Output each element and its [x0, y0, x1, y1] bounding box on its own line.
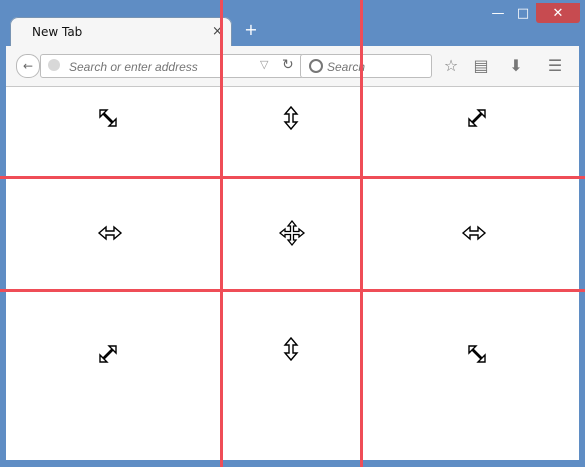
- grid-line-horizontal-bottom: [0, 289, 585, 292]
- resize-nwse-cursor: [468, 345, 486, 363]
- resize-nesw-cursor: [468, 109, 486, 127]
- title-bar: — □ ✕ New Tab × +: [0, 0, 585, 48]
- clipboard-icon[interactable]: ▤: [471, 54, 491, 76]
- browser-window: — □ ✕ New Tab × + ← ▽ ↻ ☆ ▤ ⬇ ☰: [0, 0, 585, 467]
- resize-ew-cursor: [97, 225, 123, 241]
- back-icon[interactable]: ←: [16, 54, 40, 78]
- search-icon: [309, 59, 323, 73]
- page-content: [6, 87, 579, 460]
- star-icon[interactable]: ☆: [441, 54, 461, 76]
- resize-ew-cursor: [461, 225, 487, 241]
- resize-ns-cursor: [283, 105, 299, 131]
- navigation-toolbar: ← ▽ ↻ ☆ ▤ ⬇ ☰: [6, 46, 579, 87]
- grid-line-horizontal-top: [0, 176, 585, 179]
- maximize-button[interactable]: □: [511, 3, 535, 23]
- resize-nwse-cursor: [99, 109, 117, 127]
- resize-ns-cursor: [283, 336, 299, 362]
- active-tab[interactable]: New Tab ×: [10, 17, 232, 48]
- site-info-icon[interactable]: [48, 59, 60, 71]
- history-dropdown-icon[interactable]: ▽: [260, 58, 268, 71]
- tab-title: New Tab: [32, 25, 83, 39]
- move-cursor: [278, 219, 306, 247]
- new-tab-button[interactable]: +: [242, 20, 260, 39]
- menu-icon[interactable]: ☰: [545, 54, 565, 76]
- reload-icon[interactable]: ↻: [282, 57, 294, 73]
- grid-line-vertical-left: [220, 0, 223, 467]
- search-bar[interactable]: [300, 54, 432, 78]
- close-window-button[interactable]: ✕: [536, 3, 580, 23]
- minimize-button[interactable]: —: [485, 3, 511, 23]
- search-input[interactable]: [325, 57, 429, 77]
- resize-nesw-cursor: [99, 345, 117, 363]
- grid-line-vertical-right: [360, 0, 363, 467]
- download-icon[interactable]: ⬇: [506, 54, 526, 76]
- address-input[interactable]: [67, 57, 261, 77]
- address-bar[interactable]: ▽ ↻: [40, 54, 304, 78]
